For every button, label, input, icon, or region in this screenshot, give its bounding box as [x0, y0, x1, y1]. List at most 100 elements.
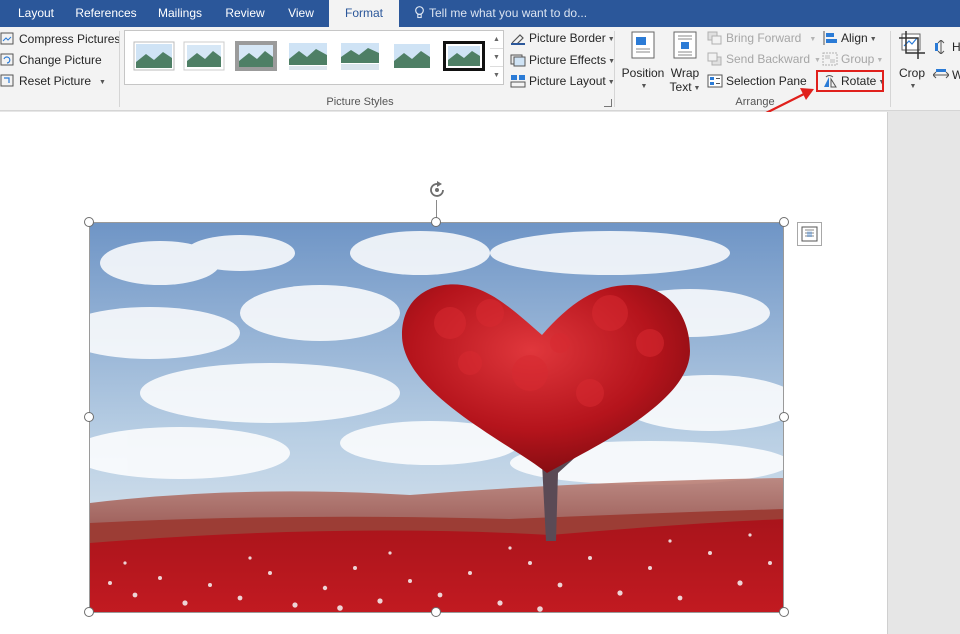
tab-format[interactable]: Format	[329, 0, 399, 28]
compress-pictures-button[interactable]: Compress Pictures	[0, 29, 120, 49]
selection-pane-label: Selection Pane	[726, 74, 807, 88]
reset-picture-icon	[0, 74, 14, 87]
picture-styles-dialog-launcher[interactable]	[604, 99, 612, 107]
change-picture-icon	[0, 53, 14, 66]
tab-view[interactable]: View	[278, 0, 324, 27]
tab-mailings[interactable]: Mailings	[150, 0, 210, 27]
tell-me-placeholder: Tell me what you want to do...	[429, 6, 588, 20]
wrap-text-label-line2: Text	[669, 80, 692, 94]
send-backward-caret: ▼	[814, 57, 821, 64]
picture-style-1[interactable]	[133, 41, 175, 71]
picture-style-4[interactable]	[287, 41, 329, 71]
rotate-highlight-box	[816, 70, 884, 92]
group-separator	[890, 31, 891, 107]
picture-layout-label: Picture Layout	[529, 74, 606, 88]
picture-style-5[interactable]	[339, 41, 381, 71]
group-button[interactable]: Group ▼	[822, 49, 883, 69]
picture-border-button[interactable]: Picture Border ▼	[510, 28, 615, 48]
resize-handle-right[interactable]	[779, 412, 789, 422]
layout-options-button[interactable]	[797, 222, 822, 246]
landscape-thumbnail-icon	[394, 44, 430, 68]
shape-height-field[interactable]: H	[933, 37, 960, 57]
position-button[interactable]: Position ▼	[620, 31, 666, 94]
picture-styles-gallery	[124, 30, 491, 85]
bring-forward-icon	[707, 31, 722, 45]
width-label-fragment: W	[952, 68, 960, 82]
group-separator	[614, 31, 615, 107]
picture-style-6[interactable]	[391, 41, 433, 71]
tell-me-box[interactable]: Tell me what you want to do...	[414, 0, 587, 27]
resize-handle-top-right[interactable]	[779, 217, 789, 227]
picture-border-icon	[511, 34, 525, 45]
reset-dropdown-caret[interactable]: ▼	[99, 79, 106, 86]
align-label: Align	[841, 31, 868, 45]
gallery-scroll-down[interactable]: ▼	[490, 49, 503, 67]
send-backward-label: Send Backward	[726, 52, 811, 66]
picture-effects-button[interactable]: Picture Effects ▼	[510, 50, 615, 70]
position-label: Position	[621, 66, 665, 80]
document-background	[889, 112, 960, 634]
ribbon-tab-bar: Layout References Mailings Review View F…	[0, 0, 960, 28]
resize-handle-top-left[interactable]	[84, 217, 94, 227]
landscape-thumbnail-icon	[341, 43, 379, 70]
heart-tree-landscape-image	[90, 223, 783, 612]
wrap-text-caret: ▼	[693, 85, 701, 92]
height-label-fragment: H	[952, 40, 960, 54]
wrap-text-button[interactable]: Wrap Text ▼	[666, 31, 704, 96]
picture-layout-button[interactable]: Picture Layout ▼	[510, 71, 615, 91]
resize-handle-left[interactable]	[84, 412, 94, 422]
change-picture-label: Change Picture	[19, 53, 102, 67]
picture-style-3[interactable]	[235, 41, 277, 71]
picture-effects-icon	[510, 54, 526, 67]
resize-handle-bottom[interactable]	[431, 607, 441, 617]
wrap-text-icon	[673, 31, 697, 59]
picture-style-7[interactable]	[443, 41, 485, 71]
ribbon: Compress Pictures Change Picture Reset P…	[0, 27, 960, 111]
arrange-group-label: Arrange	[735, 96, 775, 108]
width-icon	[933, 69, 949, 79]
crop-button[interactable]: Crop ▼	[896, 31, 928, 94]
bring-forward-label: Bring Forward	[726, 31, 802, 45]
bring-forward-button[interactable]: Bring Forward ▼	[707, 28, 816, 48]
tab-references[interactable]: References	[68, 0, 144, 27]
height-icon	[935, 40, 945, 54]
shape-width-field[interactable]: W	[933, 65, 960, 85]
picture-effects-label: Picture Effects	[529, 53, 607, 67]
change-picture-button[interactable]: Change Picture	[0, 50, 102, 70]
gallery-more-button[interactable]: ▼	[490, 67, 503, 85]
rotate-arrow-icon[interactable]	[426, 179, 448, 201]
position-icon	[631, 31, 655, 59]
landscape-thumbnail-icon	[289, 43, 327, 70]
selected-picture[interactable]	[89, 222, 784, 613]
compress-icon	[0, 32, 14, 45]
crop-caret: ▼	[909, 83, 917, 90]
picture-styles-group-label: Picture Styles	[326, 96, 394, 108]
bring-forward-caret: ▼	[809, 36, 817, 43]
resize-handle-top[interactable]	[431, 217, 441, 227]
gallery-scroll: ▲ ▼ ▼	[490, 30, 504, 85]
reset-picture-button[interactable]: Reset Picture ▼	[0, 71, 106, 91]
selection-pane-icon	[707, 74, 723, 88]
compress-pictures-label: Compress Pictures	[19, 32, 121, 46]
group-caret: ▼	[876, 57, 884, 64]
layout-options-icon	[801, 226, 818, 242]
lightbulb-icon	[415, 6, 424, 19]
gallery-scroll-up[interactable]: ▲	[490, 31, 503, 49]
resize-handle-bottom-right[interactable]	[779, 607, 789, 617]
landscape-thumbnail-icon	[183, 41, 225, 71]
selection-pane-button[interactable]: Selection Pane	[707, 71, 807, 91]
group-separator	[119, 31, 120, 107]
picture-style-2[interactable]	[183, 41, 225, 71]
reset-picture-label: Reset Picture	[19, 74, 92, 88]
align-caret[interactable]: ▼	[870, 36, 877, 43]
picture-layout-icon	[510, 75, 526, 88]
tab-layout[interactable]: Layout	[10, 0, 62, 27]
position-caret: ▼	[640, 83, 648, 90]
resize-handle-bottom-left[interactable]	[84, 607, 94, 617]
align-button[interactable]: Align ▼	[822, 28, 877, 48]
picture-border-label: Picture Border	[529, 31, 606, 45]
crop-icon	[899, 31, 925, 59]
send-backward-button[interactable]: Send Backward ▼	[707, 49, 821, 69]
landscape-thumbnail-icon	[235, 41, 277, 71]
tab-review[interactable]: Review	[218, 0, 272, 27]
